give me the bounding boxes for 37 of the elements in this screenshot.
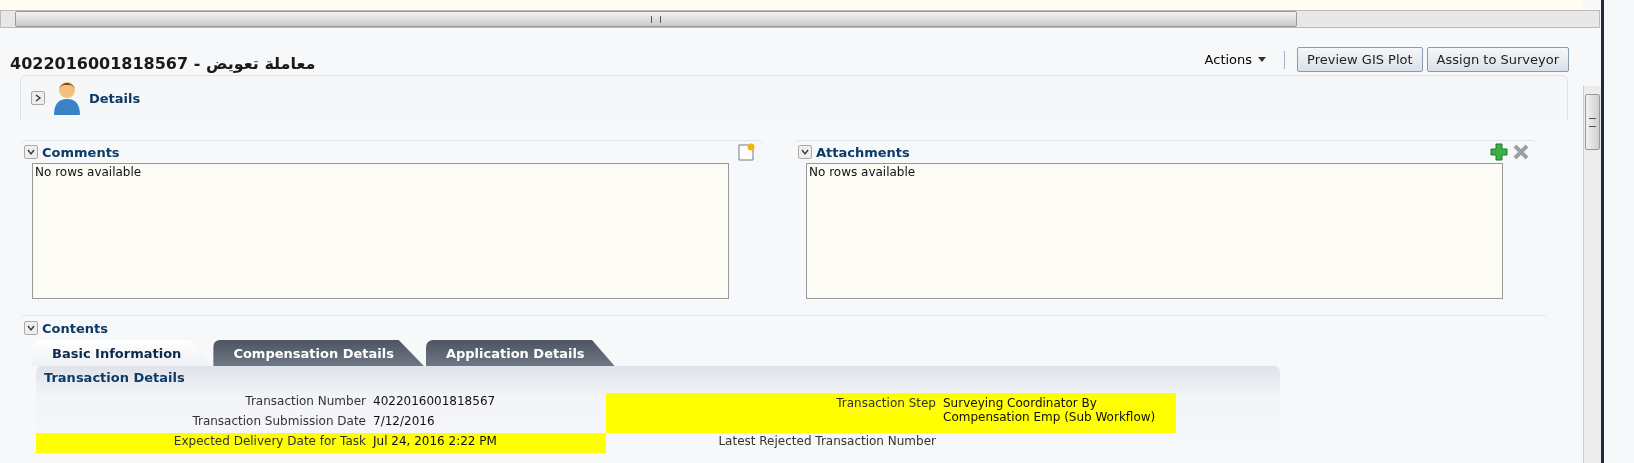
- toolbar-button[interactable]: Assign to Surveyor: [1426, 47, 1569, 72]
- collapse-toggle[interactable]: [24, 321, 38, 335]
- field-label: Transaction Number: [244, 394, 366, 408]
- collapse-toggle[interactable]: [798, 145, 812, 159]
- delete-icon[interactable]: [1512, 143, 1530, 161]
- field-value: 7/12/2016: [373, 414, 435, 428]
- chevron-icon: [801, 148, 809, 156]
- page-title: 4022016001818567 - معاملة تعويض: [10, 53, 316, 73]
- field-label: Transaction Submission Date: [191, 414, 366, 428]
- caret-icon: [1258, 57, 1267, 62]
- empty-message: No rows available: [35, 165, 142, 179]
- section-title: Comments: [42, 144, 120, 160]
- field-value: Jul 24, 2016 2:22 PM: [373, 434, 497, 448]
- field-value: 4022016001818567: [373, 394, 496, 408]
- chevron-icon: [34, 94, 42, 102]
- chevron-icon: [27, 324, 35, 332]
- tab[interactable]: Basic Information: [32, 340, 212, 366]
- vertical-scrollbar[interactable]: [1583, 86, 1601, 463]
- add-icon[interactable]: [1490, 143, 1508, 161]
- tab[interactable]: Application Details: [425, 340, 615, 366]
- empty-message: No rows available: [809, 165, 916, 179]
- field-label: Transaction Step: [835, 396, 936, 410]
- panel-title: Transaction Details: [43, 370, 186, 387]
- tab[interactable]: Compensation Details: [213, 340, 424, 366]
- person-icon: [53, 81, 81, 115]
- horizontal-scrollbar[interactable]: [0, 10, 1600, 28]
- chevron-icon: [27, 148, 35, 156]
- field-value: Surveying Coordinator By Compensation Emp (Sub Workflow): [943, 396, 1157, 424]
- section-title: Contents: [42, 320, 108, 336]
- collapse-toggle[interactable]: [24, 145, 38, 159]
- expand-toggle[interactable]: [31, 91, 45, 105]
- toolbar-button[interactable]: Preview GIS Plot: [1297, 47, 1423, 72]
- field-label: Expected Delivery Date for Task: [172, 434, 366, 448]
- actions-menu[interactable]: Actions: [1198, 52, 1273, 67]
- field-label: Latest Rejected Transaction Number: [717, 434, 936, 448]
- section-title: Attachments: [816, 144, 910, 160]
- section-title: Details: [89, 90, 141, 106]
